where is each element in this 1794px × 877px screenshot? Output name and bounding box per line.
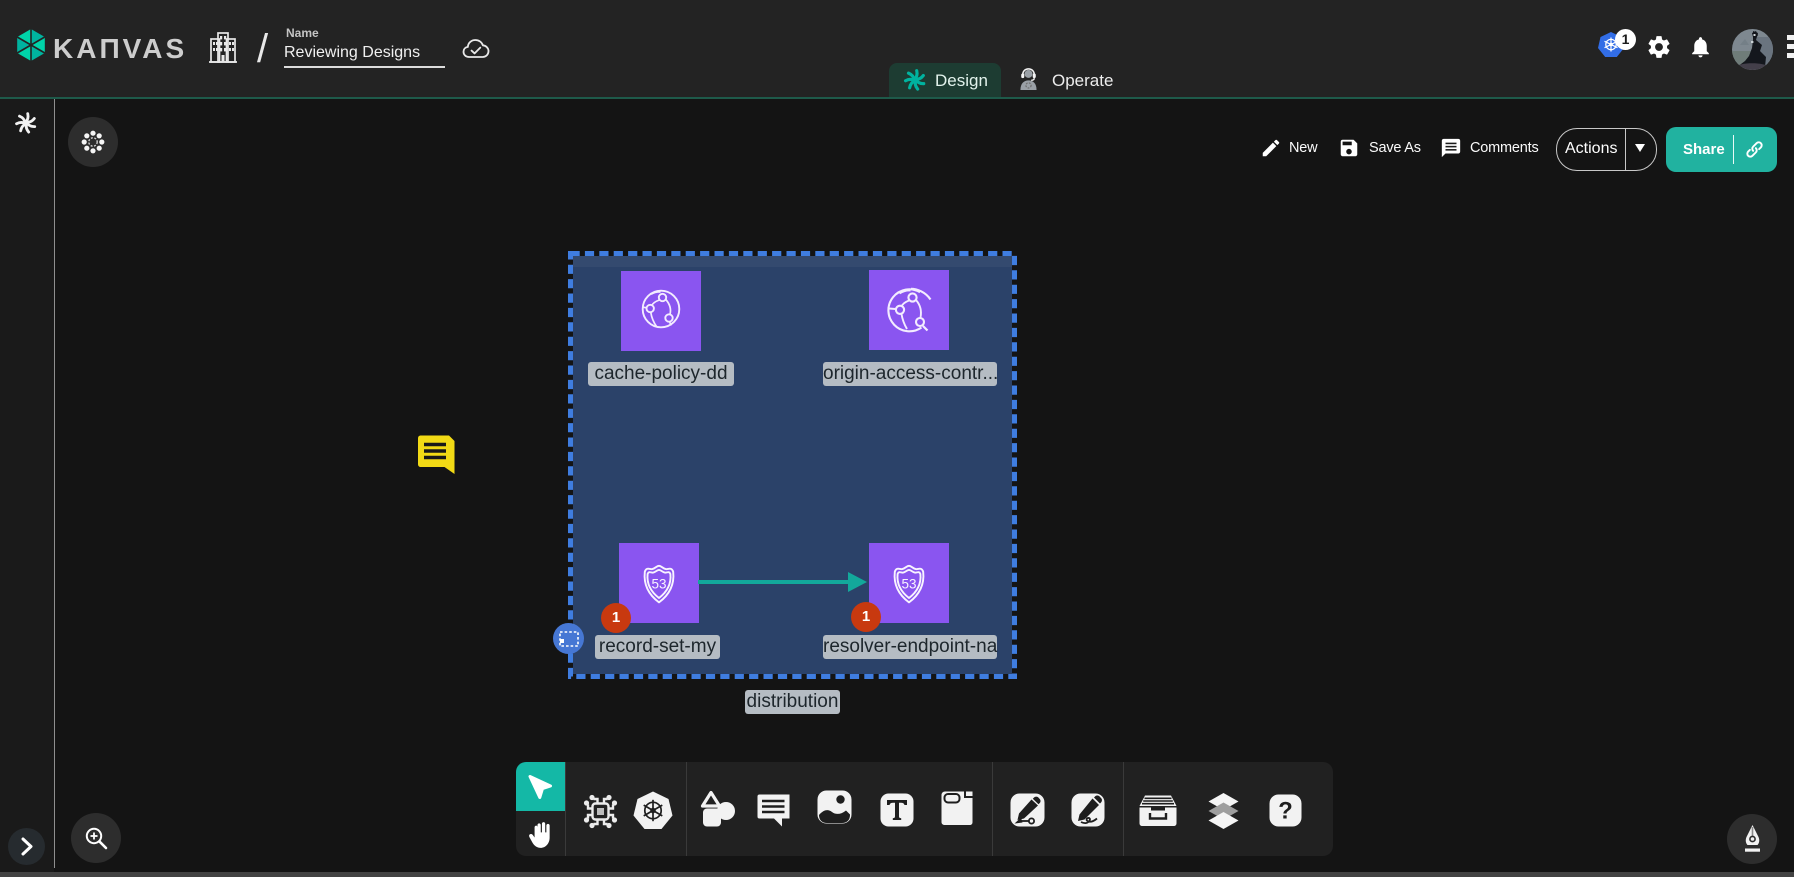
svg-text:?: ? (1278, 798, 1293, 825)
svg-text:53: 53 (651, 577, 666, 592)
svg-text:53: 53 (901, 577, 916, 592)
